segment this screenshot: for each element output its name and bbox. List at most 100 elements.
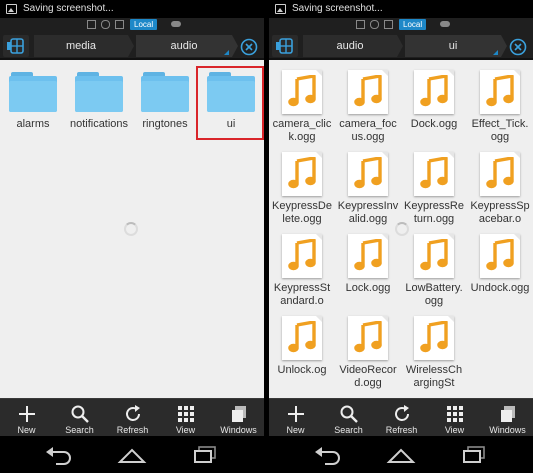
search-button[interactable]: Search <box>53 399 106 437</box>
music-note-icon <box>480 152 520 196</box>
toolbar-label: Refresh <box>385 425 418 435</box>
windows-button[interactable]: Windows <box>481 399 533 437</box>
close-icon <box>509 38 527 56</box>
file-item[interactable]: Lock.ogg <box>335 226 401 295</box>
new-button[interactable]: New <box>269 399 322 437</box>
breadcrumb-item[interactable]: audio <box>303 35 403 57</box>
folder-item[interactable]: alarms <box>0 62 66 131</box>
breadcrumb-item[interactable]: media <box>34 35 134 57</box>
corner-triangle-icon <box>493 50 498 55</box>
item-label: ringtones <box>142 118 188 130</box>
item-label: Dock.ogg <box>410 118 458 130</box>
music-note-icon <box>414 316 454 360</box>
file-item[interactable]: Unlock.og <box>269 308 335 377</box>
status-bar: Saving screenshot... <box>0 0 264 18</box>
file-item[interactable]: VideoRecord.ogg <box>335 308 401 390</box>
refresh-icon <box>125 405 140 421</box>
view-button[interactable]: View <box>428 399 481 437</box>
back-button[interactable] <box>44 444 74 466</box>
music-note-icon <box>414 234 454 278</box>
breadcrumb-current[interactable]: audio <box>136 35 238 57</box>
music-note-icon <box>348 70 388 114</box>
device-icon <box>115 20 124 29</box>
music-note-icon <box>282 152 322 196</box>
item-label: Lock.ogg <box>345 282 391 294</box>
file-item[interactable]: KeypressDelete.ogg <box>269 144 335 226</box>
system-nav-bar <box>269 436 533 473</box>
file-item[interactable]: LowBattery.ogg <box>401 226 467 308</box>
refresh-icon <box>394 405 409 421</box>
close-button[interactable] <box>236 37 260 57</box>
folder-item[interactable]: ringtones <box>132 62 198 131</box>
recents-button[interactable] <box>190 444 220 466</box>
toolbar-label: Search <box>65 425 94 435</box>
close-button[interactable] <box>505 37 529 57</box>
item-label: Undock.ogg <box>470 282 530 294</box>
home-icon <box>386 448 416 463</box>
recents-button[interactable] <box>459 444 489 466</box>
bottom-toolbar: New Search Refresh View Windows <box>269 398 533 436</box>
file-item[interactable]: WirelessChargingSt <box>401 308 467 390</box>
file-item[interactable]: KeypressInvalid.ogg <box>335 144 401 226</box>
item-label: KeypressSpacebar.o <box>470 200 530 225</box>
back-button[interactable] <box>313 444 343 466</box>
loading-spinner-icon <box>124 222 138 236</box>
status-bar: Saving screenshot... <box>269 0 533 18</box>
cloud-icon[interactable] <box>440 21 450 27</box>
windows-button[interactable]: Windows <box>212 399 264 437</box>
file-item[interactable]: camera_focus.ogg <box>335 62 401 144</box>
home-button[interactable] <box>386 444 416 466</box>
home-icon <box>117 448 147 463</box>
selection-highlight <box>196 66 264 140</box>
local-badge[interactable]: Local <box>130 19 158 30</box>
plus-icon <box>287 406 304 422</box>
image-icon <box>6 4 17 14</box>
music-note-icon <box>282 234 322 278</box>
file-item[interactable]: KeypressReturn.ogg <box>401 144 467 226</box>
music-note-icon <box>282 70 322 114</box>
item-label: alarms <box>16 118 50 130</box>
music-note-icon <box>414 152 454 196</box>
breadcrumb-label: ui <box>448 40 458 52</box>
search-button[interactable]: Search <box>322 399 375 437</box>
toolbar-label: View <box>175 425 196 435</box>
globe-icon <box>276 38 293 54</box>
item-label: notifications <box>69 118 129 130</box>
status-title: Saving screenshot... <box>23 3 114 14</box>
breadcrumb-current[interactable]: ui <box>405 35 507 57</box>
music-note-icon <box>414 70 454 114</box>
refresh-button[interactable]: Refresh <box>375 399 428 437</box>
file-item[interactable]: Undock.ogg <box>467 226 533 295</box>
system-nav-bar <box>0 436 264 473</box>
toolbar-label: New <box>17 425 36 435</box>
file-item[interactable]: Dock.ogg <box>401 62 467 131</box>
cloud-icon[interactable] <box>171 21 181 27</box>
network-button[interactable] <box>3 35 29 57</box>
toolbar-label: Refresh <box>116 425 149 435</box>
music-note-icon <box>480 234 520 278</box>
path-bar: Local audio ui <box>269 18 533 60</box>
home-button[interactable] <box>117 444 147 466</box>
toolbar-label: Windows <box>489 425 526 435</box>
file-item[interactable]: KeypressSpacebar.o <box>467 144 533 226</box>
refresh-button[interactable]: Refresh <box>106 399 159 437</box>
network-button[interactable] <box>272 35 298 57</box>
right-window: Saving screenshot... Local audio ui came… <box>269 0 533 473</box>
item-label: Unlock.og <box>277 364 327 376</box>
local-badge[interactable]: Local <box>399 19 427 30</box>
square-icon <box>87 20 96 29</box>
view-button[interactable]: View <box>159 399 212 437</box>
folder-item[interactable]: notifications <box>66 62 132 131</box>
file-item[interactable]: camera_click.ogg <box>269 62 335 144</box>
new-button[interactable]: New <box>0 399 53 437</box>
music-note-icon <box>282 316 322 360</box>
device-icon <box>384 20 393 29</box>
plus-icon <box>18 406 35 422</box>
item-label: camera_focus.ogg <box>339 118 397 143</box>
file-item[interactable]: Effect_Tick.ogg <box>467 62 533 144</box>
toolbar-label: New <box>286 425 305 435</box>
file-item[interactable]: KeypressStandard.o <box>269 226 335 308</box>
item-label: KeypressInvalid.ogg <box>337 200 399 225</box>
windows-icon <box>231 406 246 422</box>
left-window: Saving screenshot... Local media audio a… <box>0 0 264 473</box>
